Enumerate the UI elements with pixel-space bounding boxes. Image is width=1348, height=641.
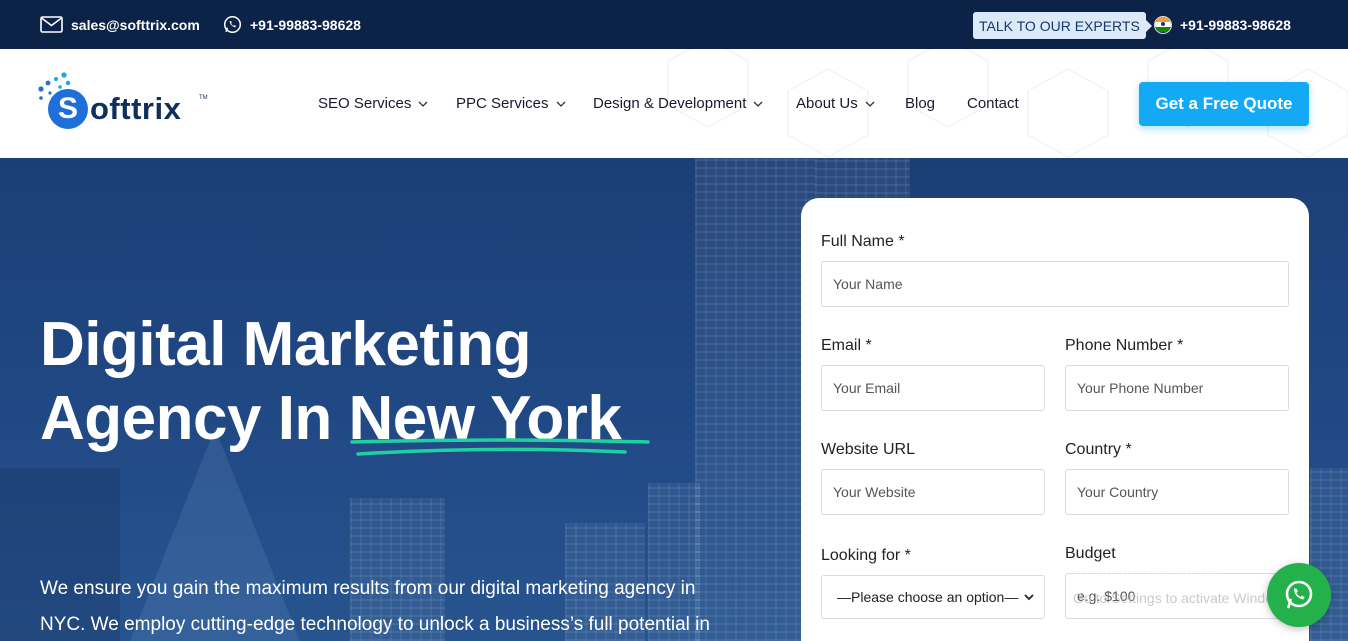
website-input[interactable] bbox=[821, 469, 1045, 515]
phone-input[interactable] bbox=[1065, 365, 1289, 411]
topbar-email-link[interactable]: sales@softtrix.com bbox=[40, 0, 200, 49]
nav-design-development-label: Design & Development bbox=[593, 95, 747, 112]
chevron-down-icon bbox=[1024, 594, 1034, 601]
full-name-input[interactable] bbox=[821, 261, 1289, 307]
skyscraper-decoration bbox=[695, 158, 815, 641]
get-free-quote-button[interactable]: Get a Free Quote bbox=[1139, 82, 1309, 126]
chevron-down-icon bbox=[753, 101, 763, 107]
nav-ppc-services-label: PPC Services bbox=[456, 95, 549, 112]
looking-for-label: Looking for * bbox=[821, 547, 911, 564]
topbar-phone-link[interactable]: +91-99883-98628 bbox=[1154, 0, 1291, 49]
logo-letter-s: S bbox=[48, 89, 88, 129]
nav-seo-services[interactable]: SEO Services bbox=[318, 49, 428, 158]
whatsapp-chat-button[interactable] bbox=[1267, 563, 1331, 627]
hero-title-line1: Digital Marketing bbox=[40, 310, 532, 379]
nav-about-us[interactable]: About Us bbox=[796, 49, 875, 158]
chevron-down-icon bbox=[865, 101, 875, 107]
topbar-phone-text: +91-99883-98628 bbox=[1180, 16, 1291, 33]
mail-icon bbox=[40, 16, 63, 33]
softtrix-logo[interactable]: S ofttrix TM bbox=[38, 71, 208, 135]
email-input[interactable] bbox=[821, 365, 1045, 411]
quote-form-card: Full Name * Email * Phone Number * Websi… bbox=[801, 198, 1309, 641]
hero-description-line1: We ensure you gain the maximum results f… bbox=[40, 578, 696, 599]
nav-blog-label: Blog bbox=[905, 95, 936, 112]
whatsapp-icon bbox=[1285, 580, 1313, 609]
nav-blog[interactable]: Blog bbox=[905, 49, 935, 158]
india-flag-icon bbox=[1154, 15, 1172, 34]
nav-about-us-label: About Us bbox=[796, 95, 858, 112]
hero-description: We ensure you gain the maximum results f… bbox=[40, 571, 740, 641]
site-header: S ofttrix TM SEO Services PPC Services D… bbox=[0, 49, 1348, 158]
highlight-underline-decoration bbox=[350, 438, 650, 456]
talk-to-experts-badge[interactable]: TALK TO OUR EXPERTS bbox=[973, 12, 1152, 39]
logo-trademark: TM bbox=[199, 95, 208, 101]
hero-title-prefix: Agency In bbox=[40, 384, 349, 453]
activate-windows-title: Activate Windows bbox=[1073, 565, 1223, 586]
whatsapp-icon bbox=[223, 15, 242, 34]
budget-label: Budget bbox=[1065, 545, 1116, 562]
email-label: Email * bbox=[821, 337, 872, 354]
chevron-down-icon bbox=[556, 101, 565, 107]
hero-description-line2: NYC. We employ cutting-edge technology t… bbox=[40, 614, 710, 635]
topbar-whatsapp-text: +91-99883-98628 bbox=[250, 16, 361, 33]
hero-title: Digital Marketing Agency In New York bbox=[40, 308, 622, 456]
nav-seo-services-label: SEO Services bbox=[318, 95, 412, 112]
looking-for-selected-value: —Please choose an option— bbox=[837, 589, 1019, 605]
nav-contact-label: Contact bbox=[967, 95, 1019, 112]
topbar-email-text: sales@softtrix.com bbox=[71, 16, 200, 33]
nav-ppc-services[interactable]: PPC Services bbox=[456, 49, 566, 158]
logo-text: ofttrix bbox=[90, 91, 182, 126]
chevron-down-icon bbox=[418, 101, 428, 107]
looking-for-select[interactable]: —Please choose an option— bbox=[821, 575, 1045, 619]
activate-windows-subtitle: Go to Settings to activate Windows. bbox=[1073, 590, 1294, 606]
website-label: Website URL bbox=[821, 441, 915, 458]
country-label: Country * bbox=[1065, 441, 1132, 458]
nav-design-development[interactable]: Design & Development bbox=[593, 49, 763, 158]
nav-contact[interactable]: Contact bbox=[967, 49, 1019, 158]
country-input[interactable] bbox=[1065, 469, 1289, 515]
top-bar: sales@softtrix.com +91-99883-98628 TALK … bbox=[0, 0, 1348, 49]
full-name-label: Full Name * bbox=[821, 233, 905, 250]
phone-label: Phone Number * bbox=[1065, 337, 1184, 354]
topbar-whatsapp-link[interactable]: +91-99883-98628 bbox=[223, 0, 361, 49]
